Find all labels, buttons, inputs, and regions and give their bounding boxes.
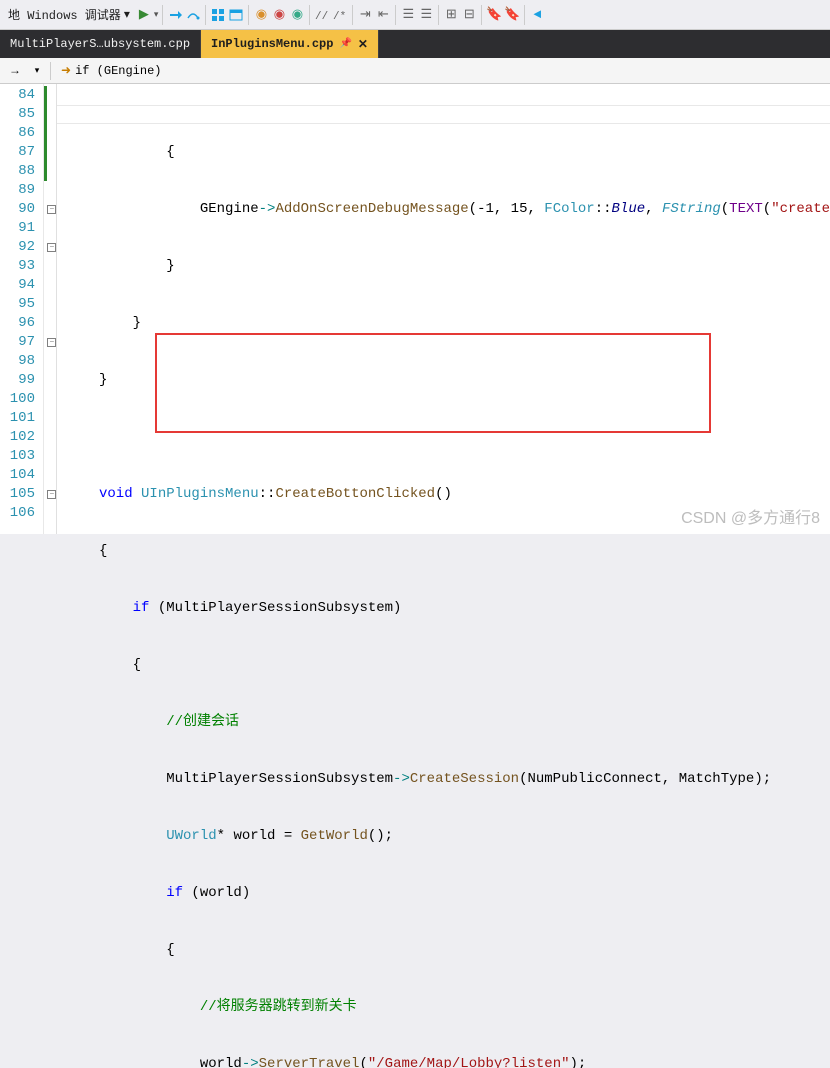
toolbar-separator	[162, 5, 163, 25]
fold-toggle[interactable]: −	[47, 333, 56, 352]
dot1-icon[interactable]: ◉	[253, 7, 269, 23]
code-line: GEngine->AddOnScreenDebugMessage(-1, 15,…	[65, 200, 830, 219]
line-number: 95	[4, 295, 35, 314]
line-number: 98	[4, 352, 35, 371]
toolbar-separator	[352, 5, 353, 25]
svg-text://: //	[315, 11, 328, 22]
chevron-down-icon[interactable]: ▾	[28, 62, 46, 80]
collapse-icon[interactable]: ⊟	[461, 7, 477, 23]
toolbar-separator	[481, 5, 482, 25]
chevron-down-icon: ▾	[124, 7, 130, 22]
line-number: 90	[4, 200, 35, 219]
toolbar-separator	[248, 5, 249, 25]
line-number: 97	[4, 333, 35, 352]
line-number-gutter: 84 85 86 87 88 89 90 91 92 93 94 95 96 9…	[0, 84, 44, 534]
expand-icon[interactable]: ⊞	[443, 7, 459, 23]
code-line: //创建会话	[65, 713, 830, 732]
navigation-bar: → ▾ ➜ if (GEngine)	[0, 58, 830, 84]
tab-multiplayersubsystem[interactable]: MultiPlayerS…ubsystem.cpp	[0, 30, 201, 58]
code-line: {	[65, 542, 830, 561]
line-number: 92	[4, 238, 35, 257]
line-number: 96	[4, 314, 35, 333]
debugger-label: 地 Windows 调试器	[8, 6, 121, 23]
tab-label: MultiPlayerS…ubsystem.cpp	[10, 37, 190, 51]
code-line: {	[65, 143, 830, 162]
code-line: if (MultiPlayerSessionSubsystem)	[65, 599, 830, 618]
code-line: MultiPlayerSessionSubsystem->CreateSessi…	[65, 770, 830, 789]
line-number: 93	[4, 257, 35, 276]
code-line: }	[65, 257, 830, 276]
code-line: UWorld* world = GetWorld();	[65, 827, 830, 846]
chevron-down-icon[interactable]: ▾	[154, 10, 159, 20]
current-line-highlight	[57, 105, 830, 124]
line-number: 89	[4, 181, 35, 200]
code-line: {	[65, 656, 830, 675]
fold-toggle[interactable]: −	[47, 200, 56, 219]
nav-separator	[50, 62, 51, 80]
code-line	[65, 428, 830, 447]
line-number: 87	[4, 143, 35, 162]
code-line: {	[65, 941, 830, 960]
nav-back-icon[interactable]: ◄	[529, 7, 545, 23]
scope-dropdown[interactable]: ➜ if (GEngine)	[55, 61, 167, 80]
code-line: }	[65, 371, 830, 390]
line-number: 86	[4, 124, 35, 143]
comment-icon[interactable]: //	[314, 7, 330, 23]
step-icon[interactable]	[167, 7, 183, 23]
line-number: 102	[4, 428, 35, 447]
line-number: 100	[4, 390, 35, 409]
tab-inpluginsmenu[interactable]: InPluginsMenu.cpp 📌 ✕	[201, 30, 379, 58]
line-number: 101	[4, 409, 35, 428]
code-editor[interactable]: 84 85 86 87 88 89 90 91 92 93 94 95 96 9…	[0, 84, 830, 534]
main-toolbar: 地 Windows 调试器 ▾ ▶ ▾ ◉ ◉ ◉ // /* ⇥ ⇤ ☰ ☰ …	[0, 0, 830, 30]
code-line: void UInPluginsMenu::CreateBottonClicked…	[65, 485, 830, 504]
code-line: world->ServerTravel("/Game/Map/Lobby?lis…	[65, 1055, 830, 1068]
code-area[interactable]: { GEngine->AddOnScreenDebugMessage(-1, 1…	[57, 84, 830, 534]
line-number: 106	[4, 504, 35, 523]
outdent-icon[interactable]: ⇤	[375, 7, 391, 23]
line-number: 84	[4, 86, 35, 105]
svg-text:/*: /*	[333, 11, 346, 22]
line-number: 99	[4, 371, 35, 390]
step-over-icon[interactable]	[185, 7, 201, 23]
fold-toggle[interactable]: −	[47, 238, 56, 257]
toolbar-separator	[438, 5, 439, 25]
code-line: if (world)	[65, 884, 830, 903]
line-number: 104	[4, 466, 35, 485]
line-number: 105	[4, 485, 35, 504]
bookmark-icon[interactable]: 🔖	[486, 7, 502, 23]
dot3-icon[interactable]: ◉	[289, 7, 305, 23]
line-number: 103	[4, 447, 35, 466]
dot2-icon[interactable]: ◉	[271, 7, 287, 23]
scope-text: if (GEngine)	[75, 64, 161, 78]
pin-icon[interactable]: 📌	[339, 38, 351, 50]
uncomment-icon[interactable]: /*	[332, 7, 348, 23]
tab-bar: MultiPlayerS…ubsystem.cpp InPluginsMenu.…	[0, 30, 830, 58]
close-icon[interactable]: ✕	[358, 37, 368, 51]
line-number: 91	[4, 219, 35, 238]
toolbar-separator	[309, 5, 310, 25]
debugger-dropdown[interactable]: 地 Windows 调试器 ▾	[4, 4, 134, 25]
line-number: 94	[4, 276, 35, 295]
arrow-icon: ➜	[61, 63, 71, 78]
line-number: 85	[4, 105, 35, 124]
nav-arrow-icon[interactable]: →	[6, 62, 24, 80]
bookmark2-icon[interactable]: 🔖	[504, 7, 520, 23]
code-line: //将服务器跳转到新关卡	[65, 998, 830, 1017]
play-icon[interactable]: ▶	[136, 7, 152, 23]
fold-column: − − − −	[47, 84, 57, 534]
toolbar-separator	[395, 5, 396, 25]
toolbar-separator	[205, 5, 206, 25]
window-icon[interactable]	[228, 7, 244, 23]
line-number: 88	[4, 162, 35, 181]
indent-icon[interactable]: ⇥	[357, 7, 373, 23]
grid-icon[interactable]	[210, 7, 226, 23]
list-icon[interactable]: ☰	[400, 7, 416, 23]
tab-label: InPluginsMenu.cpp	[211, 37, 333, 51]
code-line: }	[65, 314, 830, 333]
toolbar-separator	[524, 5, 525, 25]
list2-icon[interactable]: ☰	[418, 7, 434, 23]
fold-toggle[interactable]: −	[47, 485, 56, 504]
